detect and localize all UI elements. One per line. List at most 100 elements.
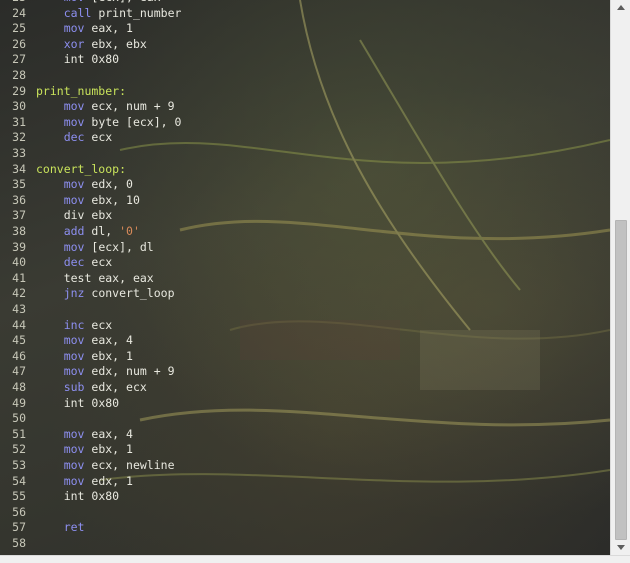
code-line[interactable]: 26 xor ebx, ebx: [0, 37, 610, 53]
line-number: 41: [12, 270, 26, 285]
line-number: 44: [12, 317, 26, 332]
code-line[interactable]: 43: [0, 302, 610, 318]
code-line[interactable]: 45 mov eax, 4: [0, 333, 610, 349]
code-line[interactable]: 44 inc ecx: [0, 318, 610, 334]
code-line[interactable]: 27 int 0x80: [0, 52, 610, 68]
keyword-token: mov: [63, 364, 85, 379]
keyword-token: mov: [63, 21, 85, 36]
code-text: div ebx: [36, 208, 112, 224]
code-line[interactable]: 55 int 0x80: [0, 489, 610, 505]
code-line[interactable]: 46 mov ebx, 1: [0, 349, 610, 365]
scroll-down-button[interactable]: [611, 540, 630, 555]
code-editor[interactable]: 23 mov [ecx], eax24 call print_number25 …: [0, 0, 610, 555]
vertical-scrollbar[interactable]: [610, 0, 630, 555]
code-line[interactable]: 29 print_number:: [0, 84, 610, 100]
line-number: 55: [12, 489, 26, 504]
code-token: ecx: [84, 130, 113, 145]
keyword-token: sub: [63, 380, 85, 394]
code-line[interactable]: 39 mov [ecx], dl: [0, 240, 610, 256]
code-token: edx, ecx: [84, 380, 147, 394]
code-text: print_number:: [36, 84, 126, 100]
code-line[interactable]: 52 mov ebx, 1: [0, 442, 610, 458]
line-number: 47: [12, 364, 26, 379]
code-token: eax, 1: [84, 21, 133, 36]
code-token: ebx, 10: [84, 192, 140, 207]
code-token: convert_loop: [84, 286, 175, 301]
code-line[interactable]: 49 int 0x80: [0, 396, 610, 412]
code-line[interactable]: 54 mov edx, 1: [0, 474, 610, 490]
code-line[interactable]: 33: [0, 146, 610, 162]
keyword-token: mov: [63, 426, 85, 441]
line-number: 24: [12, 5, 26, 20]
code-line[interactable]: 25 mov eax, 1: [0, 21, 610, 37]
line-number: 45: [12, 333, 26, 348]
line-number: 52: [12, 442, 26, 457]
line-number: 34: [12, 161, 26, 176]
keyword-token: inc: [63, 317, 85, 332]
code-text: add dl, '0': [36, 224, 140, 240]
code-text: mov edx, num + 9: [36, 364, 175, 380]
keyword-token: dec: [63, 255, 85, 270]
code-line[interactable]: 57 ret: [0, 520, 610, 536]
code-line[interactable]: 41 test eax, eax: [0, 271, 610, 287]
code-line[interactable]: 50: [0, 411, 610, 427]
code-text: dec ecx: [36, 130, 112, 146]
code-line[interactable]: 36 mov ebx, 10: [0, 193, 610, 209]
line-number: 54: [12, 473, 26, 488]
code-line[interactable]: 35 mov edx, 0: [0, 177, 610, 193]
code-text: mov eax, 4: [36, 333, 133, 349]
code-token: edx, 1: [84, 473, 133, 488]
code-text: test eax, eax: [36, 271, 154, 287]
line-number: 29: [12, 83, 26, 98]
keyword-token: mov: [63, 333, 85, 348]
code-line[interactable]: 58: [0, 536, 610, 552]
code-line[interactable]: 56: [0, 505, 610, 521]
keyword-token: ret: [63, 520, 85, 535]
triangle-up-icon: [617, 5, 625, 10]
code-token: test eax, eax: [63, 270, 154, 285]
code-text: mov ebx, 1: [36, 442, 133, 458]
line-number: 42: [12, 286, 26, 301]
code-line[interactable]: 40 dec ecx: [0, 255, 610, 271]
code-text: xor ebx, ebx: [36, 37, 147, 53]
code-line[interactable]: 32 dec ecx: [0, 130, 610, 146]
code-line[interactable]: 47 mov edx, num + 9: [0, 364, 610, 380]
code-line[interactable]: 28: [0, 68, 610, 84]
code-text: mov ebx, 10: [36, 193, 140, 209]
code-line[interactable]: 34 convert_loop:: [0, 162, 610, 178]
code-token: ebx, 1: [84, 348, 133, 363]
code-line[interactable]: 48 sub edx, ecx: [0, 380, 610, 396]
line-number: 36: [12, 192, 26, 207]
line-number: 51: [12, 426, 26, 441]
line-number: 53: [12, 458, 26, 472]
keyword-token: mov: [63, 114, 85, 129]
code-line[interactable]: 51 mov eax, 4: [0, 427, 610, 443]
code-text: mov byte [ecx], 0: [36, 114, 182, 131]
code-line[interactable]: 30 mov ecx, num + 9: [0, 99, 610, 115]
line-number: 31: [12, 114, 26, 129]
keyword-token: jnz: [63, 286, 85, 301]
code-line[interactable]: 37 div ebx: [0, 208, 610, 224]
scroll-up-button[interactable]: [611, 0, 630, 15]
code-line[interactable]: 42 jnz convert_loop: [0, 286, 610, 302]
code-line[interactable]: 38 add dl, '0': [0, 224, 610, 240]
code-token: dl,: [84, 224, 120, 238]
code-line[interactable]: 24 call print_number: [0, 6, 610, 22]
code-line[interactable]: 31 mov byte [ecx], 0: [0, 115, 610, 131]
scroll-thumb[interactable]: [615, 220, 627, 540]
code-text: jnz convert_loop: [36, 286, 175, 302]
line-number: 48: [12, 380, 26, 394]
code-line[interactable]: 53 mov ecx, newline: [0, 458, 610, 474]
